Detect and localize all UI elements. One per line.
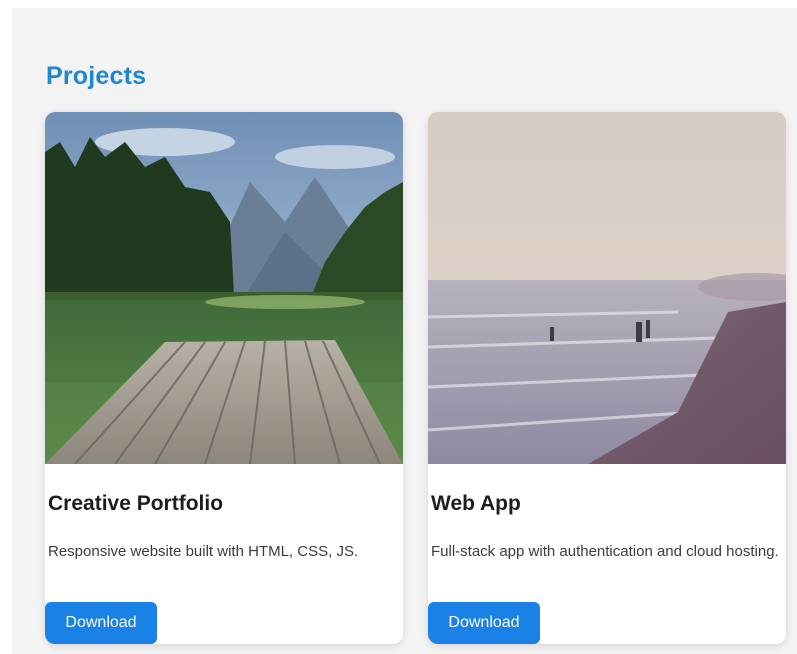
projects-section: Projects Creative Portfolio Responsive w… <box>12 8 797 654</box>
download-button[interactable]: Download <box>45 602 157 644</box>
project-card-creative-portfolio: Creative Portfolio Responsive website bu… <box>45 112 403 644</box>
mountain-lake-pier-image <box>45 112 403 464</box>
project-card-web-app: Web App Full-stack app with authenticati… <box>428 112 786 644</box>
project-description: Responsive website built with HTML, CSS,… <box>48 543 359 560</box>
misty-beach-image <box>428 112 786 464</box>
download-button[interactable]: Download <box>428 602 540 644</box>
project-title: Web App <box>431 492 521 515</box>
section-title: Projects <box>46 62 147 90</box>
project-description: Full-stack app with authentication and c… <box>431 543 779 560</box>
project-title: Creative Portfolio <box>48 492 224 515</box>
